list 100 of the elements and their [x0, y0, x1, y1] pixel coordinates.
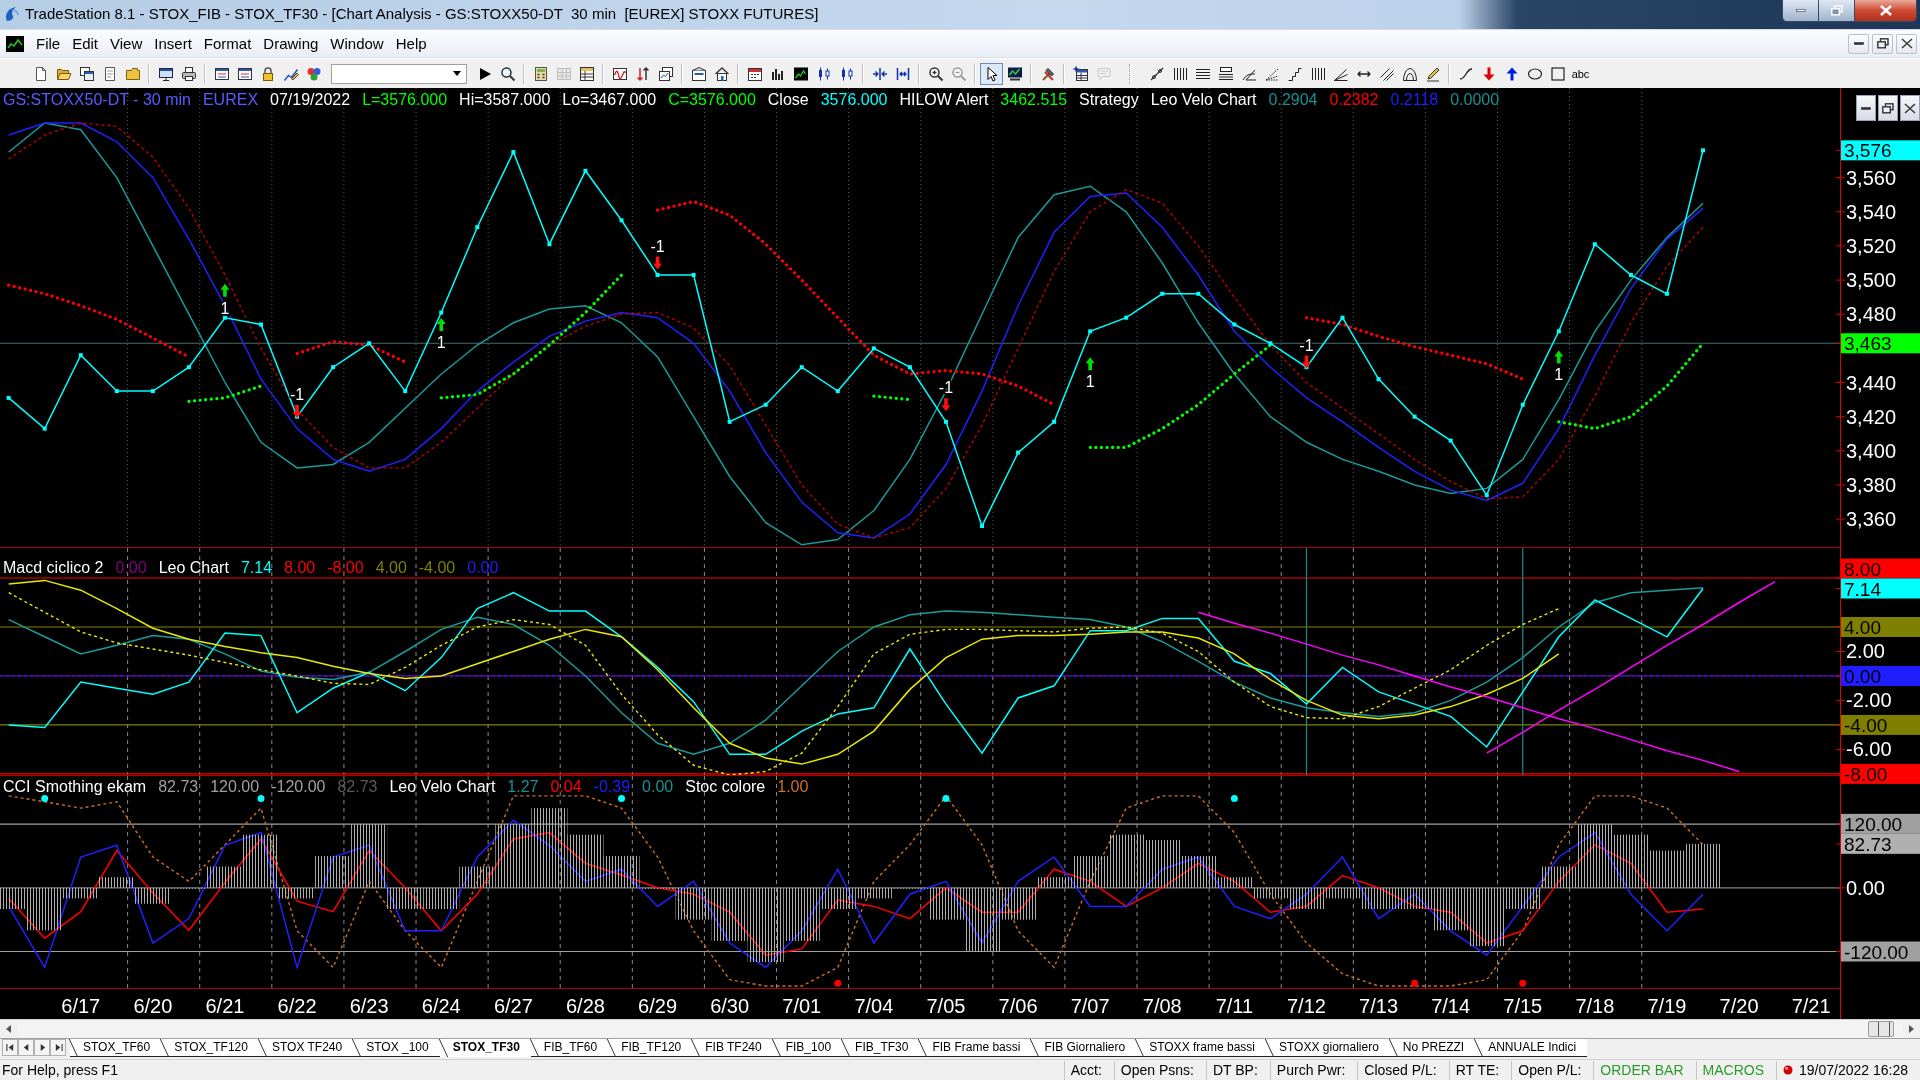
- status-text: For Help, press F1: [1, 1062, 118, 1078]
- point: [619, 218, 624, 223]
- legend-text: 0.00: [115, 559, 147, 577]
- menu-item[interactable]: View: [104, 30, 149, 57]
- axis-label: 3,560: [1846, 166, 1897, 189]
- skip-right-icon: [53, 1043, 63, 1052]
- legend-text: Leo Chart: [158, 559, 229, 577]
- sheet-tab[interactable]: FIB_TF120: [608, 1039, 693, 1057]
- up-arrow-icon: [1503, 65, 1520, 82]
- chart-icon: [1006, 65, 1023, 82]
- parallel-lines-icon: [1378, 65, 1395, 82]
- sheet-tab[interactable]: FIB Frame bassi: [919, 1039, 1032, 1057]
- date-label: 7/21: [1791, 995, 1831, 1017]
- legend-text: 07/19/2022: [270, 91, 351, 109]
- point: [42, 426, 47, 431]
- previous-sheet-button[interactable]: [18, 1039, 34, 1056]
- point: [943, 419, 948, 424]
- sheet-tab[interactable]: ANNUALE Indici: [1475, 1039, 1588, 1057]
- legend-text: Leo Velo Chart: [389, 778, 496, 796]
- sheet-tab[interactable]: STOXX giornaliero: [1266, 1039, 1390, 1057]
- legend-text: 120.00: [210, 778, 260, 796]
- legend-text: C=3576.000: [668, 91, 756, 109]
- point: [1592, 242, 1597, 247]
- date-label: 6/22: [277, 995, 317, 1017]
- sheet-tab[interactable]: STOX_TF30: [439, 1039, 531, 1057]
- symbol-dropdown[interactable]: [331, 63, 467, 84]
- menu-item[interactable]: Drawing: [257, 30, 325, 57]
- window-icon: [690, 65, 707, 82]
- menu-item[interactable]: Window: [324, 30, 390, 57]
- axis-label: 3,480: [1846, 303, 1897, 326]
- ref-line-label: 4.00: [1844, 616, 1881, 638]
- minimize-button[interactable]: [1848, 33, 1869, 54]
- close-button[interactable]: [1855, 0, 1917, 22]
- legend-text: Stoc colore: [685, 778, 766, 796]
- date-label: 6/29: [638, 995, 677, 1017]
- scrollbar-thumb[interactable]: [1868, 1021, 1894, 1037]
- sheet-tab[interactable]: FIB_TF60: [530, 1039, 609, 1057]
- restore-icon: [1876, 38, 1889, 49]
- grid-icon: [555, 65, 572, 82]
- y-tick-label: 3,463: [1844, 333, 1892, 355]
- arrows-in-icon: [871, 65, 888, 82]
- printer-icon: [180, 65, 197, 82]
- toolbar-button[interactable]: [980, 62, 1003, 85]
- last-sheet-button[interactable]: [50, 1039, 66, 1056]
- minimize-button[interactable]: [1856, 95, 1876, 121]
- restore-button[interactable]: [1872, 33, 1893, 54]
- skip-left-icon: [5, 1043, 15, 1052]
- sheet-tab[interactable]: FIB_100: [772, 1039, 843, 1057]
- restore-button[interactable]: [1878, 95, 1898, 121]
- minimize-button[interactable]: [1782, 0, 1819, 22]
- window-title: TradeStation 8.1 - STOX_FIB - STOX_TF30 - [Chart Analysis - GS:STOXX50-DT 30 min [EUREX] STOXX FUTURES]: [25, 4, 819, 24]
- sheet-tab[interactable]: STOX_TF120: [161, 1039, 259, 1057]
- menu-item[interactable]: File: [30, 30, 67, 57]
- sheet-tab[interactable]: No PREZZI: [1389, 1039, 1476, 1057]
- close-icon: [1900, 38, 1913, 49]
- chart-windows-icon: [657, 65, 674, 82]
- close-button[interactable]: [1896, 33, 1917, 54]
- point: [1412, 414, 1417, 419]
- value-marker: -4.00: [1841, 714, 1920, 736]
- point: [1701, 148, 1706, 153]
- point: [1016, 450, 1021, 455]
- close-icon: [1879, 5, 1892, 16]
- sheet-tab[interactable]: STOX_TF60: [70, 1039, 162, 1057]
- date-label: 7/12: [1287, 995, 1326, 1017]
- first-sheet-button[interactable]: [2, 1039, 18, 1056]
- axis-label: 3,380: [1846, 474, 1897, 496]
- date-label: 7/18: [1575, 995, 1615, 1017]
- sheet-tab[interactable]: STOX TF240: [258, 1039, 354, 1057]
- menu-item[interactable]: Edit: [66, 30, 105, 57]
- point: [799, 365, 804, 370]
- next-sheet-button[interactable]: [34, 1039, 50, 1056]
- sheet-tab[interactable]: STOXX frame bassi: [1136, 1039, 1266, 1057]
- text-tool-button[interactable]: abc: [1569, 62, 1592, 85]
- restore-icon: [1830, 5, 1843, 16]
- menu-item[interactable]: Format: [197, 30, 258, 57]
- zoom-in-icon: [927, 65, 944, 82]
- menu-item[interactable]: Insert: [148, 30, 198, 57]
- sheet-tab[interactable]: FIB_TF30: [842, 1039, 920, 1057]
- window-list-icon: [236, 65, 253, 82]
- status-field: Closed P/L:: [1357, 1060, 1449, 1080]
- date-label: 6/28: [566, 995, 605, 1017]
- restore-button[interactable]: [1819, 0, 1855, 22]
- date-label: 6/27: [493, 995, 533, 1017]
- point: [150, 389, 155, 394]
- value-marker: 82.73: [1841, 833, 1920, 855]
- sheet-tab[interactable]: FIB Giornaliero: [1031, 1039, 1137, 1057]
- date-label: 7/19: [1647, 995, 1687, 1017]
- point: [1124, 315, 1129, 320]
- value-marker: 120.00: [1841, 813, 1920, 835]
- axis-label: -6.00: [1846, 738, 1892, 761]
- point: [691, 272, 696, 277]
- date-label: 6/21: [205, 995, 245, 1017]
- axis-label: 3,440: [1846, 371, 1897, 394]
- sheet-tab[interactable]: FIB TF240: [692, 1039, 773, 1057]
- legend-text: Leo Velo Chart: [1150, 91, 1257, 109]
- close-button[interactable]: [1900, 95, 1920, 121]
- sheet-tab[interactable]: STOX _100: [353, 1039, 440, 1057]
- trendline-icon: [1148, 65, 1165, 82]
- menu-item[interactable]: Help: [389, 30, 433, 57]
- axis-label: 2.00: [1846, 640, 1885, 663]
